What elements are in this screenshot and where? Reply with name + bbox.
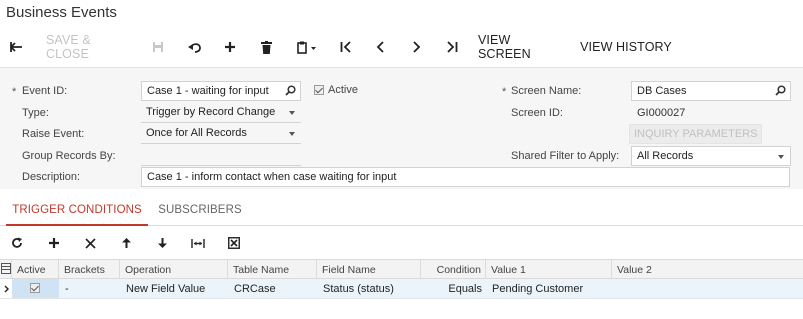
chevron-down-icon	[289, 132, 295, 136]
export-excel-button[interactable]	[225, 230, 243, 256]
column-header-table-name[interactable]: Table Name	[228, 260, 317, 279]
group-records-label: Group Records By:	[22, 150, 116, 162]
event-id-value: Case 1 - waiting for input	[147, 85, 269, 97]
type-label: Type:	[22, 107, 49, 119]
required-mark: *	[502, 86, 507, 98]
clipboard-menu-button[interactable]	[292, 30, 322, 64]
raise-event-label: Raise Event:	[22, 128, 85, 140]
screen-name-label: Screen Name:	[511, 85, 582, 97]
group-records-field[interactable]	[141, 146, 301, 166]
inquiry-parameters-button[interactable]: INQUIRY PARAMETERS	[629, 124, 763, 144]
column-header-condition[interactable]: Condition	[421, 260, 486, 279]
clipboard-icon	[297, 41, 316, 54]
row-active-checkbox[interactable]	[30, 283, 40, 293]
column-header-value-2[interactable]: Value 2	[612, 260, 803, 279]
column-header-operation[interactable]: Operation	[120, 260, 228, 279]
next-record-button[interactable]	[406, 30, 426, 64]
fit-columns-icon	[191, 238, 205, 248]
chevron-down-icon	[289, 111, 295, 115]
cell-value-1[interactable]: Pending Customer	[486, 279, 612, 298]
raise-event-select[interactable]: Once for All Records	[141, 124, 301, 144]
description-label: Description:	[22, 171, 81, 183]
back-arrow-icon	[10, 42, 22, 52]
fit-columns-button[interactable]	[188, 230, 208, 256]
previous-record-icon	[376, 41, 384, 53]
first-record-icon	[340, 41, 351, 53]
type-value: Trigger by Record Change	[146, 106, 276, 118]
column-header-active[interactable]: Active	[12, 260, 59, 279]
screen-id-value: GI000027	[637, 107, 686, 119]
active-checkbox[interactable]	[314, 85, 324, 95]
refresh-icon	[12, 237, 22, 248]
shared-filter-select[interactable]: All Records	[631, 146, 791, 166]
trash-icon	[260, 40, 272, 54]
view-screen-button[interactable]: VIEW SCREEN	[478, 30, 566, 64]
type-select[interactable]: Trigger by Record Change	[141, 103, 301, 123]
trigger-conditions-grid: Active Brackets Operation Table Name Fie…	[0, 259, 803, 299]
main-toolbar: SAVE & CLOSE VIEW SCREEN VIEW HISTORY	[0, 30, 803, 64]
row-settings-icon[interactable]	[0, 260, 12, 279]
move-up-button[interactable]	[117, 230, 135, 256]
cell-value-2[interactable]	[612, 279, 803, 298]
search-icon[interactable]	[775, 85, 786, 96]
save-icon	[153, 42, 163, 52]
move-down-button[interactable]	[153, 230, 171, 256]
cell-table-name[interactable]: CRCase	[228, 279, 317, 298]
active-label: Active	[328, 84, 358, 96]
tab-subscribers[interactable]: SUBSCRIBERS	[154, 196, 246, 226]
last-record-icon	[447, 41, 458, 53]
chevron-down-icon	[778, 155, 784, 159]
column-header-field-name[interactable]: Field Name	[317, 260, 421, 279]
delete-row-button[interactable]	[81, 230, 99, 256]
save-button[interactable]	[148, 30, 168, 64]
column-header-brackets[interactable]: Brackets	[59, 260, 120, 279]
delete-button[interactable]	[256, 30, 276, 64]
plus-icon	[49, 238, 59, 248]
description-value: Case 1 - inform contact when case waitin…	[147, 171, 397, 183]
arrow-up-icon	[121, 238, 131, 248]
cell-operation[interactable]: New Field Value	[120, 279, 228, 298]
event-id-label: Event ID:	[22, 85, 68, 97]
screen-name-value: DB Cases	[637, 85, 687, 97]
next-record-icon	[412, 41, 420, 53]
active-cell[interactable]	[12, 279, 59, 298]
undo-button[interactable]	[184, 30, 204, 64]
add-row-button[interactable]	[45, 230, 63, 256]
arrow-down-icon	[157, 238, 167, 248]
column-header-value-1[interactable]: Value 1	[486, 260, 612, 279]
grid-header: Active Brackets Operation Table Name Fie…	[0, 259, 803, 279]
tab-bar: TRIGGER CONDITIONS SUBSCRIBERS	[0, 196, 803, 226]
shared-filter-value: All Records	[637, 150, 694, 162]
tab-trigger-conditions[interactable]: TRIGGER CONDITIONS	[6, 196, 148, 226]
last-record-button[interactable]	[442, 30, 462, 64]
search-icon[interactable]	[285, 85, 296, 96]
first-record-button[interactable]	[336, 30, 356, 64]
undo-icon	[187, 42, 201, 53]
refresh-button[interactable]	[8, 230, 26, 256]
back-button[interactable]	[6, 30, 28, 64]
screen-id-label: Screen ID:	[511, 107, 563, 119]
close-icon	[84, 237, 96, 249]
grid-toolbar	[0, 230, 803, 256]
row-selector-icon[interactable]	[0, 279, 12, 298]
cell-field-name[interactable]: Status (status)	[317, 279, 421, 298]
event-form: * Event ID: Case 1 - waiting for input A…	[0, 67, 803, 189]
table-row[interactable]: - New Field Value CRCase Status (status)…	[0, 279, 803, 299]
required-mark: *	[12, 86, 17, 98]
add-button[interactable]	[220, 30, 240, 64]
export-excel-icon	[228, 237, 240, 249]
event-id-field[interactable]: Case 1 - waiting for input	[141, 81, 301, 101]
previous-record-button[interactable]	[370, 30, 390, 64]
view-history-button[interactable]: VIEW HISTORY	[580, 30, 672, 64]
cell-condition[interactable]: Equals	[421, 279, 486, 298]
cell-brackets[interactable]: -	[59, 279, 120, 298]
raise-event-value: Once for All Records	[146, 127, 247, 139]
shared-filter-label: Shared Filter to Apply:	[511, 150, 620, 162]
page-title: Business Events	[6, 4, 117, 21]
plus-icon	[225, 42, 235, 52]
description-field[interactable]: Case 1 - inform contact when case waitin…	[141, 167, 790, 187]
screen-name-field[interactable]: DB Cases	[631, 81, 791, 101]
save-close-button[interactable]: SAVE & CLOSE	[46, 30, 132, 64]
